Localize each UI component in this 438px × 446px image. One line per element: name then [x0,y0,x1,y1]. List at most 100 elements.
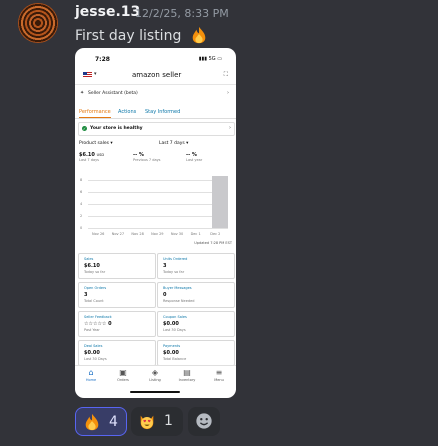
gridline [88,192,228,193]
nav-item-menu: ≡ Menu [207,368,231,382]
card-title: Deal Sales [84,344,103,348]
gridline [88,228,228,229]
status-time: 7:28 [95,56,110,63]
us-flag-icon [83,72,92,78]
x-tick-label: Nov 27 [111,232,125,236]
metric-card: Coupon Sales $0.00 Last 30 Days [157,311,235,337]
card-title: Coupon Sales [163,315,187,319]
card-title: Units Ordered [163,257,188,261]
card-value: $6.10 [84,263,100,269]
metric-last-year: -- % Last year [186,152,203,162]
card-subtitle: Total Balance [163,357,187,361]
y-tick-label: 6 [80,190,83,194]
amazon-seller-logo: amazon seller [132,71,182,79]
heart-eyes-cat-emoji-icon [140,415,154,430]
updated-time: Updated 7:28 PM EST [194,241,232,245]
gridline [88,216,228,217]
card-title: Sales [84,257,94,261]
metric-card: Sales $6.10 Today so far [78,253,156,279]
check-icon: ✓ [82,126,87,131]
tab-actions: Actions [118,109,137,115]
nav-label: Menu [214,378,224,382]
y-tick-label: 8 [80,178,83,182]
add-reaction-button[interactable] [188,407,220,436]
phone-status-bar: 7:28 ▮▮▮ 5G ▭ [75,48,236,70]
card-subtitle: Response Needed [163,299,195,303]
nav-item-orders: ▣ Orders [111,368,135,382]
metric-card: Seller Feedback ☆☆☆☆☆ 0 Past Year [78,311,156,337]
seller-assistant-row: ✦ Seller Assistant (beta) › [79,88,231,102]
x-tick-label: Nov 26 [92,232,105,236]
user-avatar[interactable] [18,3,58,43]
hamburger-icon: ≡ [215,368,223,377]
x-tick-label: Nov 28 [131,232,144,236]
metric-card: Units Ordered 3 Today so far [157,253,235,279]
metric-selector: Product sales ▾ [79,141,113,146]
tab-stay-informed: Stay Informed [145,109,181,115]
range-selector: Last 7 days ▾ [159,141,189,146]
card-value: $0.00 [163,350,179,356]
sales-chart: 8 6 4 2 0 Nov 26 Nov 27 Nov 28 Nov 29 Nov 30 Dec 1… [78,170,233,245]
scan-icon: ⛶ [223,71,228,78]
card-value: 3 [163,263,167,269]
x-tick-label: Dec 1 [190,232,201,236]
chevron-right-icon: › [227,90,229,96]
reaction-heart-eyes-cat[interactable]: 1 [131,407,183,436]
card-title: Buyer Messages [163,286,192,290]
metric-card: Deal Sales $0.00 Last 30 Days [78,340,156,366]
metric-current: $6.10 USD Last 7 days [79,152,105,162]
card-title: Seller Feedback [84,315,112,319]
reaction-count: 1 [164,413,173,429]
y-tick-label: 0 [80,226,83,230]
message-author[interactable]: jesse.13 [75,4,140,20]
smiley-add-icon [196,413,212,429]
card-value: $0.00 [163,321,179,327]
gridline [88,180,228,181]
nav-label: Orders [117,378,129,382]
box-icon: ▣ [119,368,127,377]
chart-bar [212,176,228,228]
home-indicator [130,391,180,393]
card-value: 0 [163,292,167,298]
nav-item-inventory: ▤ Inventory [175,368,199,382]
nav-item-home: ⌂ Home [79,368,103,382]
x-tick-label: Nov 30 [170,232,184,236]
y-tick-label: 4 [80,202,83,206]
nav-label: Listing [149,378,161,382]
y-tick-label: 2 [80,214,83,218]
reaction-fire[interactable]: 4 [75,407,127,436]
message-text-row: First day listing [75,26,208,44]
tab-performance: Performance [79,109,111,118]
card-subtitle: Past Year [84,328,100,332]
status-signal: ▮▮▮ 5G ▭ [198,56,222,62]
card-subtitle: Last 30 Days [163,328,186,332]
attached-screenshot[interactable]: 7:28 ▮▮▮ 5G ▭ ▾ amazon seller ⛶ ✦ Seller… [75,48,236,398]
card-subtitle: Last 30 Days [84,357,107,361]
store-health-card: ✓ Your store is healthy › [78,122,235,136]
chevron-right-icon: › [229,125,231,131]
metric-card: Buyer Messages 0 Response Needed [157,282,235,308]
card-subtitle: Today so far [84,270,106,274]
card-value: 3 [84,292,88,298]
seller-app-bar: ▾ amazon seller ⛶ [75,68,236,85]
card-subtitle: Today so far [163,270,185,274]
metric-previous: -- % Previous 7 days [133,152,161,162]
card-value: $0.00 [84,350,100,356]
metric-card: Open Orders 3 Total Count [78,282,156,308]
card-title: Open Orders [84,286,107,290]
seller-tabs: Performance Actions Stay Informed [75,106,236,119]
card-value: ☆☆☆☆☆ 0 [84,321,112,327]
assistant-icon: ✦ [80,90,85,96]
metric-card: Payments $0.00 Total Balance [157,340,235,366]
fire-emoji-icon [85,413,99,431]
nav-item-listing: ◈ Listing [143,368,167,382]
nav-label: Inventory [178,378,196,382]
house-icon: ⌂ [88,368,94,377]
reaction-count: 4 [109,414,118,430]
fire-emoji-icon [192,26,206,44]
x-tick-label: Nov 29 [151,232,164,236]
chevron-down-icon: ▾ [94,71,97,77]
nav-label: Home [85,378,97,382]
card-title: Payments [163,344,181,348]
tag-icon: ◈ [151,368,159,377]
